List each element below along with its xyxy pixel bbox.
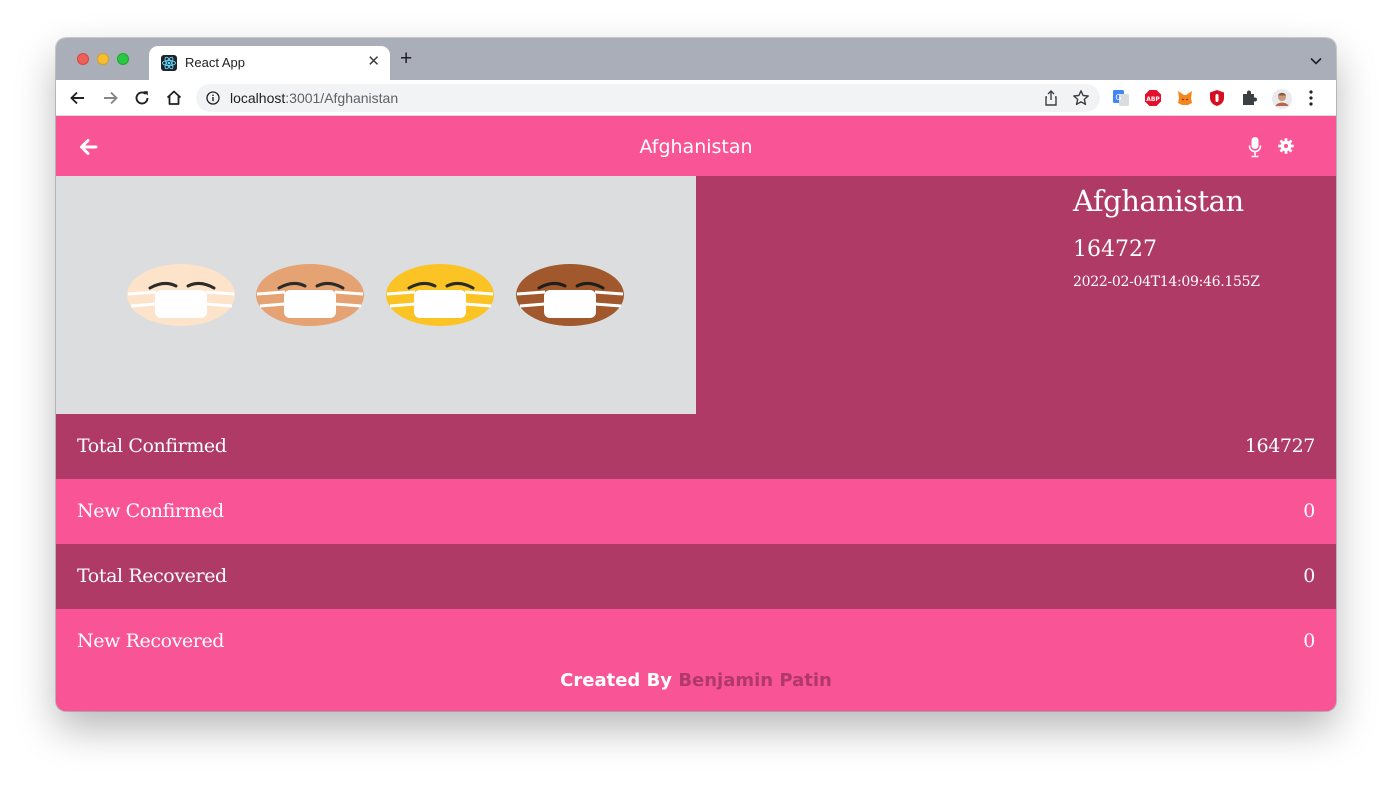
masked-emoji-faces-image <box>56 176 696 414</box>
stat-row-total-confirmed: Total Confirmed 164727 <box>56 414 1336 479</box>
footer-credit-prefix: Created By <box>560 670 673 691</box>
microphone-icon[interactable] <box>1248 136 1262 163</box>
browser-toolbar: localhost:3001/Afghanistan G ABP <box>56 80 1336 116</box>
stat-value: 0 <box>1303 500 1315 522</box>
stat-row-new-confirmed: New Confirmed 0 <box>56 479 1336 544</box>
close-window-button[interactable] <box>77 53 89 65</box>
url-host: localhost <box>230 90 286 106</box>
share-icon[interactable] <box>1044 90 1058 111</box>
extensions-puzzle-icon[interactable] <box>1240 89 1258 107</box>
bookmark-star-icon[interactable] <box>1072 89 1090 112</box>
ublock-extension-icon[interactable] <box>1208 89 1226 107</box>
browser-menu-icon[interactable] <box>1308 89 1326 107</box>
metamask-extension-icon[interactable] <box>1176 89 1194 107</box>
settings-gear-icon[interactable] <box>1278 138 1294 159</box>
svg-text:G: G <box>1115 93 1121 102</box>
react-favicon-icon <box>161 55 177 71</box>
stat-label: Total Confirmed <box>77 435 227 457</box>
google-translate-extension-icon[interactable]: G <box>1112 89 1130 107</box>
masked-face-medium-light-icon <box>256 264 364 326</box>
footer: Created By Benjamin Patin <box>56 654 1336 711</box>
masked-face-dark-icon <box>516 264 624 326</box>
page-title: Afghanistan <box>639 136 753 158</box>
maximize-window-button[interactable] <box>117 53 129 65</box>
tab-search-chevron-icon[interactable] <box>1310 52 1322 70</box>
browser-window: React App ✕ + localhost:3001/Afghanistan <box>56 38 1336 711</box>
minimize-window-button[interactable] <box>97 53 109 65</box>
address-bar[interactable]: localhost:3001/Afghanistan <box>196 84 1100 112</box>
home-icon[interactable] <box>164 88 184 108</box>
browser-tab-active[interactable]: React App ✕ <box>149 46 390 80</box>
url-text: localhost:3001/Afghanistan <box>230 90 398 106</box>
country-name: Afghanistan <box>1073 184 1244 218</box>
profile-avatar-icon[interactable] <box>1272 89 1292 109</box>
stat-row-total-recovered: Total Recovered 0 <box>56 544 1336 609</box>
forward-nav-icon[interactable] <box>100 88 120 108</box>
svg-text:ABP: ABP <box>1146 96 1160 103</box>
stat-value: 164727 <box>1244 435 1316 457</box>
tab-title: React App <box>185 55 245 70</box>
masked-face-yellow-icon <box>386 264 494 326</box>
adblock-plus-extension-icon[interactable]: ABP <box>1144 89 1162 107</box>
back-nav-icon[interactable] <box>68 88 88 108</box>
new-tab-button[interactable]: + <box>400 48 412 69</box>
url-path: :3001/Afghanistan <box>285 90 399 106</box>
app-header: Afghanistan <box>56 116 1336 176</box>
stat-label: New Confirmed <box>77 500 224 522</box>
reload-icon[interactable] <box>132 88 152 108</box>
updated-timestamp: 2022-02-04T14:09:46.155Z <box>1073 274 1260 290</box>
footer-author-link[interactable]: Benjamin Patin <box>678 670 832 691</box>
stat-label: Total Recovered <box>77 565 227 587</box>
tab-close-icon[interactable]: ✕ <box>367 53 380 71</box>
page-content: Afghanistan Afghanistan 164727 2022-02-0… <box>56 116 1336 711</box>
stat-value: 0 <box>1303 565 1315 587</box>
masked-face-light-icon <box>127 264 235 326</box>
country-hero: Afghanistan 164727 2022-02-04T14:09:46.1… <box>56 176 1336 414</box>
tab-strip: React App ✕ + <box>56 38 1336 80</box>
site-info-icon[interactable] <box>206 91 220 105</box>
country-total: 164727 <box>1073 237 1157 262</box>
